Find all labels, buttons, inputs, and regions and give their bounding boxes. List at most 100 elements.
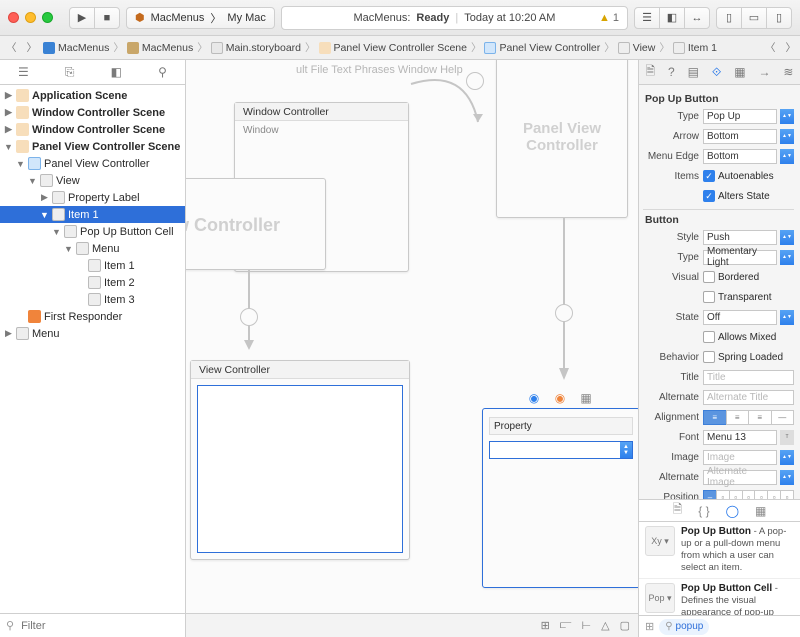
close-window[interactable] xyxy=(8,12,19,23)
navigator-filter-input[interactable] xyxy=(19,619,179,633)
segue-node-3[interactable] xyxy=(555,304,573,322)
check-transparent[interactable] xyxy=(703,291,715,303)
outline-row[interactable]: First Responder xyxy=(0,308,185,325)
popup-type-field[interactable]: Pop Up xyxy=(703,109,777,124)
nav-tab-project[interactable]: ☰ xyxy=(18,65,29,79)
disclosure-triangle[interactable]: ▶ xyxy=(4,124,13,135)
crumb-vc[interactable]: Panel View Controller〉 xyxy=(484,40,615,55)
outline-row[interactable]: ▶Menu xyxy=(0,325,185,342)
insp-tab-file[interactable]: 🗎 xyxy=(645,62,655,83)
insp-tab-bindings[interactable]: ≋ xyxy=(783,65,793,79)
footer-embed-icon[interactable]: ▢ xyxy=(620,619,630,632)
outline-row[interactable]: ▼Item 1 xyxy=(0,206,185,223)
disclosure-triangle[interactable]: ▶ xyxy=(4,107,13,118)
stop-button[interactable]: ■ xyxy=(94,7,120,29)
combo-arrows-icon[interactable]: ▲▼ xyxy=(780,450,794,465)
footer-resolve-icon[interactable]: △ xyxy=(601,619,609,632)
disclosure-triangle[interactable]: ▼ xyxy=(4,142,13,152)
editor-assistant[interactable]: ◧ xyxy=(659,7,685,29)
insp-tab-attributes[interactable]: ⟐ xyxy=(712,65,721,80)
outline-row[interactable]: Item 2 xyxy=(0,274,185,291)
insp-tab-connections[interactable]: → xyxy=(758,65,770,79)
crumb-scene[interactable]: Panel View Controller Scene〉 xyxy=(319,40,483,55)
alignment-segmented[interactable]: ≡≡≡— xyxy=(703,410,794,425)
library-filter-pill[interactable]: ⚲ popup xyxy=(659,619,709,635)
segue-node-2[interactable] xyxy=(240,308,258,326)
combo-arrows-icon[interactable]: ▲▼ xyxy=(780,129,794,144)
insp-tab-help[interactable]: ? xyxy=(668,65,675,79)
zoom-window[interactable] xyxy=(42,12,53,23)
outline-row[interactable]: ▼View xyxy=(0,172,185,189)
lib-view-toggle[interactable]: ⊞ xyxy=(645,620,654,633)
outline-row[interactable]: Item 1 xyxy=(0,257,185,274)
check-allows-mixed[interactable] xyxy=(703,331,715,343)
outline-row[interactable]: ▼Menu xyxy=(0,240,185,257)
button-title-field[interactable]: Title xyxy=(703,370,794,385)
disclosure-triangle[interactable]: ▶ xyxy=(4,90,13,101)
lib-tab-media[interactable]: ▦ xyxy=(755,504,766,518)
check-alters-state[interactable]: ✓ xyxy=(703,190,715,202)
first-responder-icon[interactable]: ◉ xyxy=(552,390,568,406)
outline-row[interactable]: Item 3 xyxy=(0,291,185,308)
disclosure-triangle[interactable]: ▼ xyxy=(52,227,61,237)
property-label-field[interactable]: Property xyxy=(489,417,633,435)
library-filter-input[interactable] xyxy=(714,620,794,634)
disclosure-triangle[interactable]: ▼ xyxy=(28,176,37,186)
footer-pin-icon[interactable]: ⊢ xyxy=(582,619,592,632)
crumb-view[interactable]: View〉 xyxy=(618,40,671,55)
storyboard-canvas[interactable]: ult File Text Phrases Window Help Window… xyxy=(186,60,639,637)
alt-image-field[interactable]: Alternate Image xyxy=(703,470,777,485)
left-vc-fragment[interactable]: ew Controller xyxy=(186,178,326,270)
button-style-field[interactable]: Push xyxy=(703,230,777,245)
position-segmented[interactable]: –▫▫▫▫▫▫ xyxy=(703,490,794,500)
combo-arrows-icon[interactable]: ▲▼ xyxy=(780,109,794,124)
nav-tab-find[interactable]: ⚲ xyxy=(158,65,167,79)
view-controller-box[interactable]: View Controller xyxy=(190,360,410,560)
disclosure-triangle[interactable]: ▶ xyxy=(40,192,49,203)
lib-tab-objects[interactable]: ◯ xyxy=(726,504,739,518)
history-back[interactable]: 〈 xyxy=(6,40,17,55)
editor-version[interactable]: ↔ xyxy=(684,7,710,29)
font-field[interactable]: Menu 13 xyxy=(703,430,777,445)
check-bordered[interactable] xyxy=(703,271,715,283)
jump-prev[interactable]: 〈 xyxy=(765,40,776,55)
check-spring-loaded[interactable] xyxy=(703,351,715,363)
scheme-selector[interactable]: ⬢ MacMenus 〉 My Mac xyxy=(126,7,275,29)
check-autoenables[interactable]: ✓ xyxy=(703,170,715,182)
toggle-inspector[interactable]: ▯ xyxy=(766,7,792,29)
view-controller-view[interactable] xyxy=(197,385,403,553)
jump-next[interactable]: 〉 xyxy=(786,40,797,55)
segue-node-1[interactable] xyxy=(466,72,484,90)
insp-tab-size[interactable]: ▦ xyxy=(734,65,745,79)
panel-vc-box[interactable]: Panel View Controller xyxy=(496,60,628,218)
outline-row[interactable]: ▼Panel View Controller xyxy=(0,155,185,172)
combo-arrows-icon[interactable]: ▲▼ xyxy=(780,230,794,245)
document-outline[interactable]: ▶Application Scene▶Window Controller Sce… xyxy=(0,85,185,613)
activity-status[interactable]: MacMenus: Ready | Today at 10:20 AM ▲ 1 xyxy=(281,6,628,30)
popup-menuedge-field[interactable]: Bottom xyxy=(703,149,777,164)
minimize-window[interactable] xyxy=(25,12,36,23)
lib-tab-file[interactable]: 🗎 xyxy=(673,500,683,521)
nav-tab-symbol[interactable]: ◧ xyxy=(111,65,122,79)
issues-indicator[interactable]: ▲ 1 xyxy=(599,12,619,24)
crumb-folder[interactable]: MacMenus〉 xyxy=(127,40,209,55)
combo-arrows-icon[interactable]: ▲▼ xyxy=(780,149,794,164)
run-button[interactable]: ▶ xyxy=(69,7,95,29)
toggle-navigator[interactable]: ▯ xyxy=(716,7,742,29)
crumb-project[interactable]: MacMenus〉 xyxy=(43,40,125,55)
image-field[interactable]: Image xyxy=(703,450,777,465)
editor-standard[interactable]: ☰ xyxy=(634,7,660,29)
toggle-debug[interactable]: ▭ xyxy=(741,7,767,29)
button-type-field[interactable]: Momentary Light xyxy=(703,250,777,265)
insp-tab-identity[interactable]: ▤ xyxy=(688,65,699,79)
vc-proxy-icon[interactable]: ◉ xyxy=(526,390,542,406)
outline-row[interactable]: ▶Window Controller Scene xyxy=(0,104,185,121)
exit-icon[interactable]: ▦ xyxy=(578,390,594,406)
history-fwd[interactable]: 〉 xyxy=(27,40,38,55)
library-item[interactable]: Pop ▾Pop Up Button Cell - Defines the vi… xyxy=(639,579,800,615)
combo-arrows-icon[interactable]: ▲▼ xyxy=(780,310,794,325)
combo-arrows-icon[interactable]: ▲▼ xyxy=(780,250,794,265)
disclosure-triangle[interactable]: ▶ xyxy=(4,328,13,339)
inspector-scroll[interactable]: Pop Up Button TypePop Up▲▼ ArrowBottom▲▼… xyxy=(639,85,800,499)
combo-arrows-icon[interactable]: ▲▼ xyxy=(780,470,794,485)
